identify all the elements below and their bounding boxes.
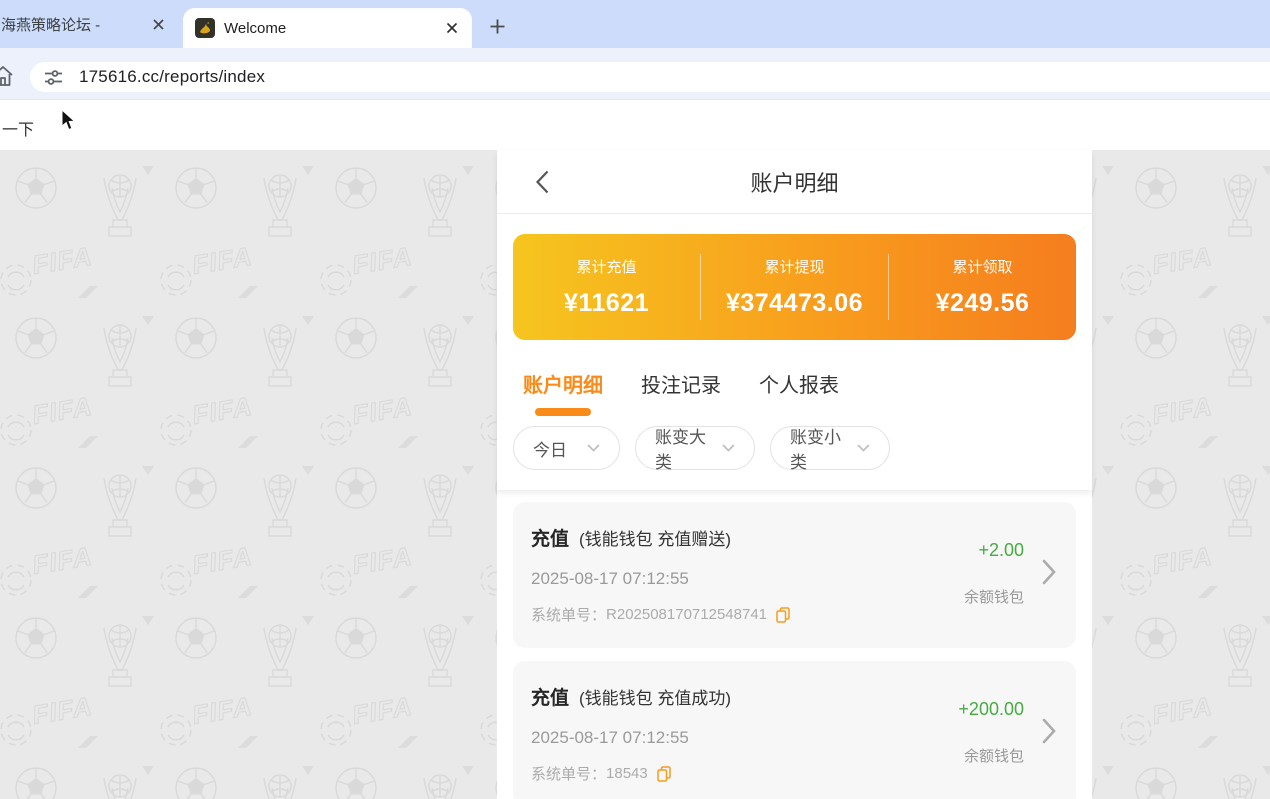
- filter-row: 今日 账变大类 账变小类: [513, 426, 1076, 490]
- tab-title: 海燕策略论坛 -: [1, 14, 119, 35]
- summary-label: 累计领取: [952, 256, 1012, 277]
- new-tab-button[interactable]: [484, 13, 510, 39]
- record-amount: +200.00: [958, 699, 1024, 720]
- order-number: 18543: [606, 765, 648, 782]
- close-icon[interactable]: [148, 14, 168, 34]
- tab-title: Welcome: [224, 20, 442, 37]
- summary-claimed: 累计领取 ¥249.56: [889, 234, 1076, 340]
- record-order-line: 系统单号： R202508170712548741: [531, 604, 1056, 625]
- address-bar[interactable]: 175616.cc/reports/index: [30, 62, 1270, 92]
- filter-date-dropdown[interactable]: 今日: [513, 426, 620, 470]
- summary-value: ¥11621: [564, 289, 649, 318]
- site-favicon-icon: [195, 18, 215, 38]
- record-row[interactable]: 充值 (钱能钱包 充值赠送) 2025-08-17 07:12:55 系统单号：…: [513, 502, 1076, 648]
- chevron-down-icon: [587, 444, 600, 452]
- home-icon[interactable]: [0, 65, 15, 92]
- tab-personal-report[interactable]: 个人报表: [759, 368, 839, 398]
- tab-label: 个人报表: [759, 369, 839, 398]
- order-label: 系统单号：: [531, 763, 606, 784]
- record-wallet: 余额钱包: [958, 745, 1024, 766]
- order-number: R202508170712548741: [606, 606, 767, 623]
- record-type: 充值: [531, 683, 569, 710]
- record-type: 充值: [531, 524, 569, 551]
- tab-label: 投注记录: [641, 369, 721, 398]
- summary-label: 累计充值: [576, 256, 636, 277]
- chevron-right-icon[interactable]: [1042, 718, 1056, 749]
- tab-bet-records[interactable]: 投注记录: [641, 368, 721, 398]
- chevron-down-icon: [722, 444, 735, 452]
- filter-label: 账变小类: [790, 423, 857, 473]
- copy-icon[interactable]: [657, 766, 671, 782]
- chevron-right-icon[interactable]: [1042, 559, 1056, 590]
- record-order-line: 系统单号： 18543: [531, 763, 1056, 784]
- site-settings-icon[interactable]: [44, 69, 63, 86]
- filter-label: 今日: [533, 436, 567, 461]
- summary-recharge: 累计充值 ¥11621: [513, 234, 700, 340]
- filter-major-type-dropdown[interactable]: 账变大类: [635, 426, 755, 470]
- record-amount-block: +2.00 余额钱包: [964, 540, 1024, 607]
- page-header: 账户明细: [497, 150, 1092, 214]
- tab-account-details[interactable]: 账户明细: [523, 368, 603, 398]
- browser-tab-forum[interactable]: 海燕策略论坛 -: [0, 0, 176, 48]
- summary-withdraw: 累计提现 ¥374473.06: [701, 234, 888, 340]
- content-column: 账户明细 累计充值 ¥11621 累计提现 ¥374473.06 累计领取 ¥2…: [497, 150, 1092, 799]
- record-row[interactable]: 充值 (钱能钱包 充值成功) 2025-08-17 07:12:55 系统单号：…: [513, 661, 1076, 799]
- record-wallet: 余额钱包: [964, 586, 1024, 607]
- summary-value: ¥374473.06: [726, 289, 863, 318]
- tab-label: 账户明细: [523, 369, 603, 398]
- account-panel: 账户明细 累计充值 ¥11621 累计提现 ¥374473.06 累计领取 ¥2…: [497, 150, 1092, 490]
- stray-page-text: 一下: [2, 116, 34, 140]
- page-title: 账户明细: [750, 166, 838, 198]
- record-desc: (钱能钱包 充值赠送): [579, 525, 731, 550]
- filter-label: 账变大类: [655, 423, 722, 473]
- record-amount: +2.00: [964, 540, 1024, 561]
- summary-value: ¥249.56: [936, 289, 1030, 318]
- mouse-cursor-icon: [61, 110, 76, 136]
- record-list: 充值 (钱能钱包 充值赠送) 2025-08-17 07:12:55 系统单号：…: [497, 490, 1092, 799]
- active-tab-underline: [535, 408, 591, 416]
- browser-toolbar: 175616.cc/reports/index: [0, 48, 1270, 100]
- filter-minor-type-dropdown[interactable]: 账变小类: [770, 426, 890, 470]
- chevron-down-icon: [857, 444, 870, 452]
- web-page: 一下 FIFA: [0, 100, 1270, 799]
- url-text[interactable]: 175616.cc/reports/index: [79, 67, 265, 87]
- order-label: 系统单号：: [531, 604, 606, 625]
- browser-tabstrip: 海燕策略论坛 - Welcome: [0, 0, 1270, 48]
- summary-card: 累计充值 ¥11621 累计提现 ¥374473.06 累计领取 ¥249.56: [513, 234, 1076, 340]
- close-icon[interactable]: [442, 18, 462, 38]
- section-tabs: 账户明细 投注记录 个人报表: [523, 368, 1092, 398]
- copy-icon[interactable]: [776, 607, 790, 623]
- back-button[interactable]: [527, 166, 557, 198]
- record-amount-block: +200.00 余额钱包: [958, 699, 1024, 766]
- record-desc: (钱能钱包 充值成功): [579, 684, 731, 709]
- browser-tab-welcome[interactable]: Welcome: [183, 8, 472, 48]
- summary-label: 累计提现: [764, 256, 824, 277]
